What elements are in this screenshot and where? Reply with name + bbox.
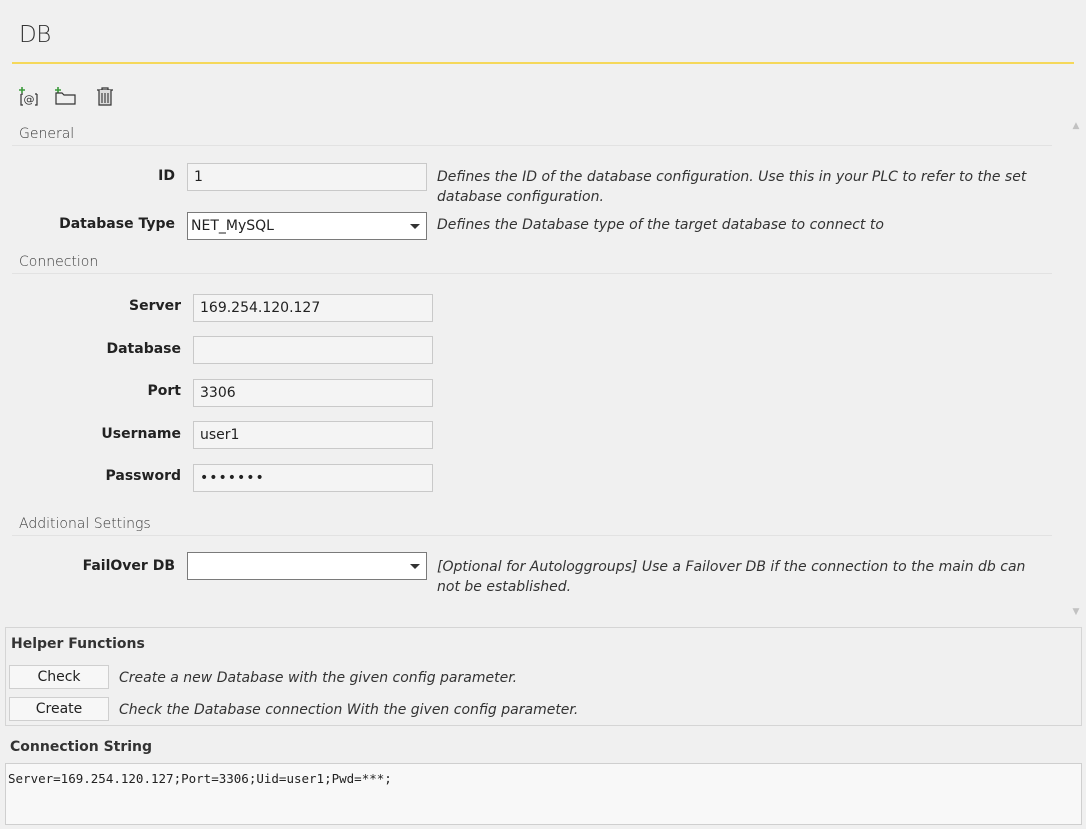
vertical-scrollbar[interactable]: ▲ ▼ xyxy=(1068,116,1084,622)
database-type-description: Defines the Database type of the target … xyxy=(437,217,884,233)
create-button[interactable]: Create xyxy=(9,697,109,721)
password-input[interactable]: ••••••• xyxy=(193,464,433,492)
chevron-down-icon xyxy=(410,224,420,229)
database-type-value: NET_MySQL xyxy=(191,218,274,234)
failover-db-label: FailOver DB xyxy=(82,558,175,574)
database-type-select[interactable]: NET_MySQL xyxy=(187,212,427,240)
check-button[interactable]: Check xyxy=(9,665,109,689)
title-underline xyxy=(12,62,1074,64)
username-label: Username xyxy=(101,426,181,442)
database-input[interactable] xyxy=(193,336,433,364)
password-label: Password xyxy=(105,468,181,484)
add-connection-icon[interactable]: @ xyxy=(17,84,41,108)
database-type-label: Database Type xyxy=(59,216,175,232)
page-title: DB xyxy=(19,22,51,48)
section-connection-title: Connection xyxy=(19,254,99,270)
connection-string-value: Server=169.254.120.127;Port=3306;Uid=use… xyxy=(8,771,392,786)
section-divider xyxy=(12,535,1052,536)
scroll-up-icon[interactable]: ▲ xyxy=(1071,122,1081,131)
section-general-title: General xyxy=(19,126,75,142)
id-description: Defines the ID of the database configura… xyxy=(437,169,1027,205)
port-input[interactable]: 3306 xyxy=(193,379,433,407)
port-label: Port xyxy=(147,383,181,399)
username-input[interactable]: user1 xyxy=(193,421,433,449)
failover-db-select[interactable] xyxy=(187,552,427,580)
failover-db-description: [Optional for Autologgroups] Use a Failo… xyxy=(437,559,1026,595)
id-label: ID xyxy=(158,168,175,184)
id-input[interactable]: 1 xyxy=(187,163,427,191)
check-description: Create a new Database with the given con… xyxy=(119,670,518,686)
chevron-down-icon xyxy=(410,564,420,569)
section-divider xyxy=(12,273,1052,274)
section-divider xyxy=(12,145,1052,146)
new-folder-icon[interactable] xyxy=(53,84,77,108)
create-description: Check the Database connection With the g… xyxy=(119,702,579,718)
db-config-page: DB @ ▲ ▼ General ID 1 Defines the ID of … xyxy=(0,0,1086,829)
server-label: Server xyxy=(128,298,181,314)
svg-text:@: @ xyxy=(24,93,35,106)
database-label: Database xyxy=(106,341,181,357)
connection-string-title: Connection String xyxy=(10,739,153,755)
server-input[interactable]: 169.254.120.127 xyxy=(193,294,433,322)
delete-icon[interactable] xyxy=(93,84,117,108)
scroll-down-icon[interactable]: ▼ xyxy=(1071,608,1081,617)
helper-functions-title: Helper Functions xyxy=(11,636,145,652)
section-additional-title: Additional Settings xyxy=(19,516,151,532)
